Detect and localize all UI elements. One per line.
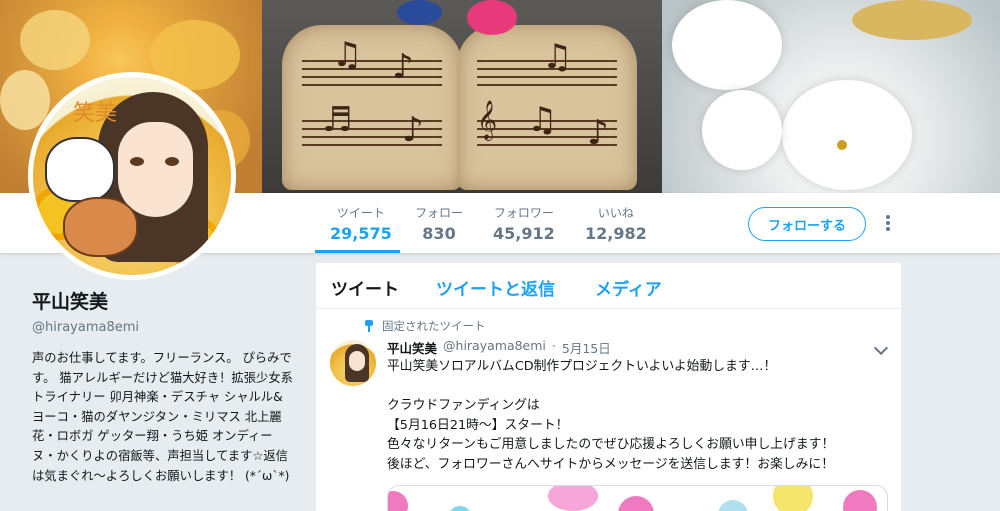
- pinned-text: 固定されたツイート: [382, 319, 486, 333]
- more-options-icon[interactable]: [880, 214, 896, 234]
- profile-avatar[interactable]: 笑美: [28, 72, 236, 280]
- tab-tweets-and-replies[interactable]: ツイートと返信: [436, 275, 555, 300]
- timeline: ツイート ツイートと返信 メディア 固定されたツイート 平山笑美 @hiraya…: [316, 263, 901, 511]
- tweet-line: クラウドファンディングは: [387, 398, 540, 414]
- profile-name: 平山笑美: [32, 291, 109, 313]
- stat-likes[interactable]: いいね 12,982: [585, 204, 647, 243]
- stat-label: フォロー: [415, 206, 464, 220]
- tweet-line: [387, 377, 887, 397]
- chevron-down-icon[interactable]: [873, 340, 889, 356]
- tweet-line: 【5月16日21時〜】スタート！: [387, 417, 569, 433]
- avatar-illustration: 笑美: [33, 77, 231, 275]
- stat-following[interactable]: フォロー 830: [415, 204, 463, 243]
- stat-tweets[interactable]: ツイート 29,575: [330, 204, 392, 243]
- profile-handle[interactable]: @hirayama8emi: [32, 320, 294, 335]
- timeline-tabs: ツイート ツイートと返信 メディア: [316, 263, 901, 309]
- pin-icon: [364, 320, 374, 332]
- active-stat-underline: [315, 250, 400, 253]
- tweet-line: 平山笑美ソロアルバムCD制作プロジェクトいよいよ始動します…！: [387, 359, 777, 374]
- follow-button[interactable]: フォローする: [748, 207, 866, 241]
- stat-followers[interactable]: フォロワー 45,912: [493, 204, 555, 243]
- tweet-media-image[interactable]: [387, 485, 888, 511]
- tweet-author-name[interactable]: 平山笑美: [387, 338, 437, 357]
- stat-value: 830: [422, 224, 456, 243]
- banner-plush-image: [662, 0, 1000, 193]
- tweet-date[interactable]: 5月15日: [562, 338, 611, 357]
- profile-bio: 声のお仕事してます。フリーランス。 ぴらみです。 猫アレルギーだけど猫大好き！拡…: [32, 351, 293, 483]
- tweet-separator: ·: [551, 338, 556, 353]
- tab-media[interactable]: メディア: [595, 275, 662, 300]
- tweet-avatar[interactable]: [330, 340, 376, 386]
- stat-value: 12,982: [585, 224, 647, 243]
- banner-cake-image: ♫ ♪ ♬ ♪ ♫ 𝄞 ♫ ♪: [262, 0, 662, 193]
- stat-label: フォロワー: [493, 206, 554, 220]
- stat-label: いいね: [597, 206, 634, 220]
- stat-value: 29,575: [330, 224, 392, 243]
- stat-value: 45,912: [493, 224, 555, 243]
- tweet-header: 平山笑美 @hirayama8emi · 5月15日: [387, 338, 611, 357]
- tweet-text: 平山笑美ソロアルバムCD制作プロジェクトいよいよ始動します…！ クラウドファンデ…: [387, 357, 887, 475]
- tweet-line: 後ほど、フォロワーさんへサイトからメッセージを送信します！お楽しみに！: [387, 456, 834, 472]
- tab-tweets[interactable]: ツイート: [331, 275, 399, 300]
- pinned-tweet-label: 固定されたツイート: [364, 318, 486, 334]
- tweet-author-handle[interactable]: @hirayama8emi: [443, 338, 546, 357]
- tweet-line: 色々なリターンもご用意しましたのでぜひ応援よろしくお願い申し上げます！: [387, 437, 835, 453]
- profile-card: 平山笑美 @hirayama8emi 声のお仕事してます。フリーランス。 ぴらみ…: [32, 287, 294, 486]
- stat-label: ツイート: [336, 206, 385, 220]
- avatar-lettering: 笑美: [73, 101, 118, 126]
